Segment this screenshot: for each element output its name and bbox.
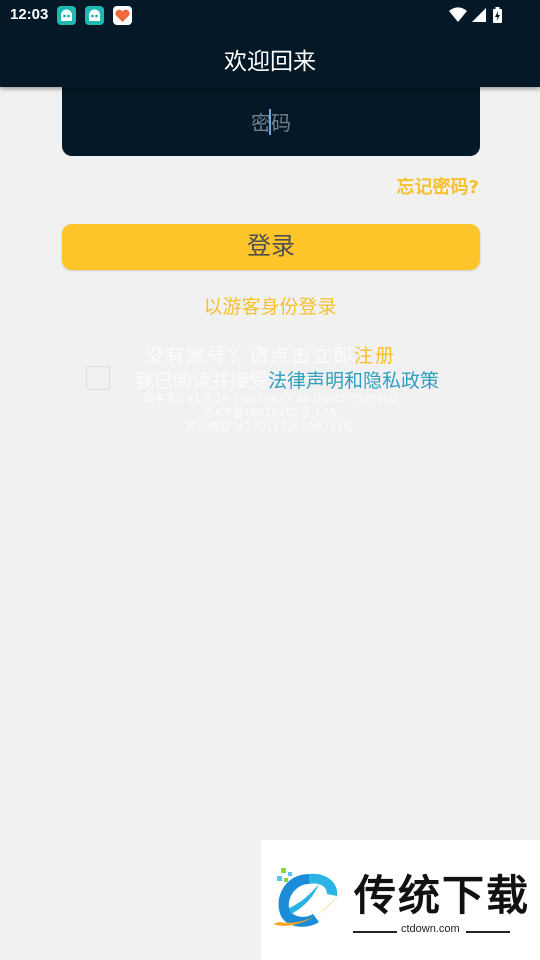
agreement-checkbox[interactable] [86,366,110,390]
app-icon-teal [85,6,104,25]
battery-charging-icon [493,7,502,23]
register-prompt-text: 没有账号？请点击立即 [143,345,354,367]
watermark-divider [353,931,397,933]
app-header: 12:03 欢迎回来 [0,0,540,87]
watermark: 传统下载 ctdown.com [261,840,540,960]
app-icon-teal [57,6,76,25]
register-prompt: 没有账号？请点击立即注册 [0,341,540,368]
app-icon-heart [113,6,132,25]
status-time: 12:03 [10,6,49,23]
version-text: 版本号：v1.0.14 ©epiroc.cn all rights reserv… [143,391,397,404]
login-button-label: 登录 [247,233,295,260]
page-title: 欢迎回来 [224,49,316,75]
password-input[interactable]: 密码 [62,84,480,156]
password-placeholder: 密码 [251,111,291,135]
police-record-text: 苏公网安 注32011305000271号 [186,421,354,434]
watermark-divider [466,931,510,933]
icp-text: 苏ICP备18026282号-17A [203,406,337,419]
forgot-password-link[interactable]: 忘记密码? [397,173,479,199]
status-icons [448,6,508,30]
signal-icon [472,8,486,22]
watermark-title: 传统下载 [354,871,531,920]
guest-login-link[interactable]: 以游客身份登录 [0,292,540,319]
login-button[interactable]: 登录 [62,224,480,270]
register-link[interactable]: 注册 [354,345,396,367]
watermark-url: ctdown.com [401,923,460,935]
text-cursor [269,109,271,135]
watermark-logo-icon [269,864,345,940]
wifi-icon [449,7,467,22]
